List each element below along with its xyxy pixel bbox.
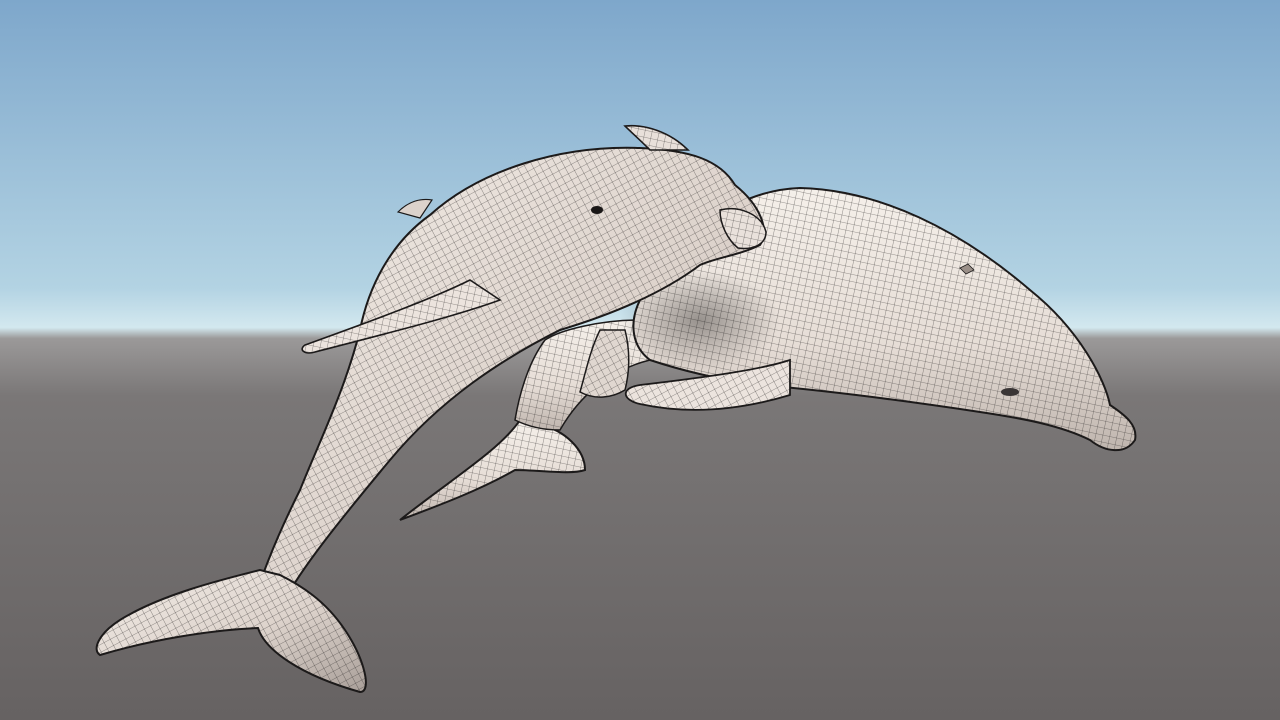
viewport-3d-scene: [0, 0, 1280, 720]
render-canvas: [0, 0, 1280, 720]
